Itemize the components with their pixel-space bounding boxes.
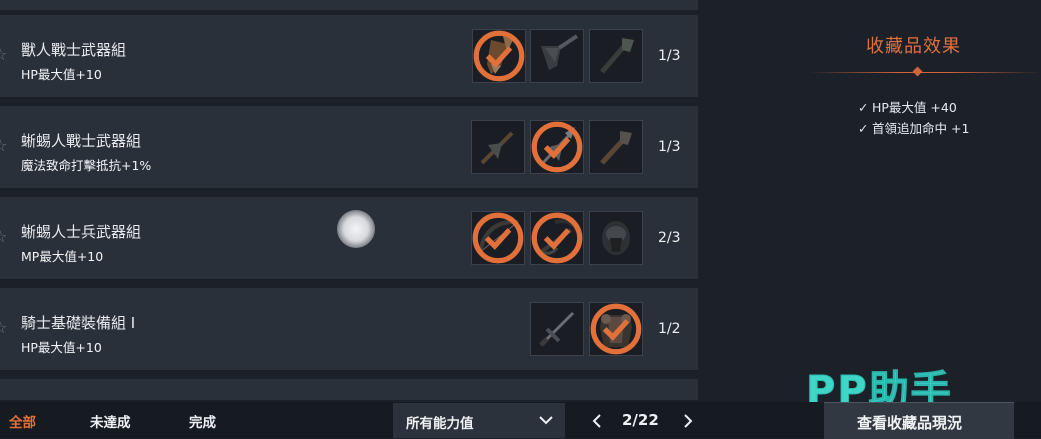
collected-check-icon xyxy=(472,212,524,264)
collection-effect: 魔法致命打擊抵抗+1% xyxy=(21,158,152,173)
orc-axe-icon[interactable] xyxy=(472,29,526,83)
collected-check-icon xyxy=(531,121,583,173)
favorite-star-icon[interactable]: ☆ xyxy=(0,227,7,246)
tab-incomplete[interactable]: 未達成 xyxy=(90,411,131,431)
collection-list: ☆ 獸人戰士武器組 HP最大值+10 1/3 ☆ 蜥蜴人戰士武器組 魔法致命打擊… xyxy=(0,0,698,400)
lizard-club-icon[interactable] xyxy=(589,120,643,174)
collection-row[interactable]: ☆ 蜥蜴人戰士武器組 魔法致命打擊抵抗+1% 1/3 xyxy=(0,106,698,189)
page-indicator: 2/22 xyxy=(622,411,659,429)
knight-sword-icon[interactable] xyxy=(530,302,584,356)
tab-complete[interactable]: 完成 xyxy=(189,411,216,431)
chevron-left-icon[interactable] xyxy=(590,413,604,429)
collection-row[interactable]: ☆ 騎士基礎裝備組 I HP最大值+10 1/2 xyxy=(0,288,698,371)
collection-effect: HP最大值+10 xyxy=(21,340,102,355)
chevron-down-icon xyxy=(539,416,553,425)
collected-check-icon xyxy=(590,303,642,355)
collection-title: 獸人戰士武器組 xyxy=(21,41,127,59)
filter-label: 所有能力值 xyxy=(406,416,474,432)
collection-progress: 1/3 xyxy=(658,48,681,64)
effect-item: ✓ 首領追加命中 +1 xyxy=(858,121,970,136)
lizard-glaive-icon[interactable] xyxy=(530,120,584,174)
tab-all[interactable]: 全部 xyxy=(9,411,36,431)
collection-progress: 1/2 xyxy=(658,321,681,337)
check-icon: ✓ xyxy=(858,121,869,136)
favorite-star-icon[interactable]: ☆ xyxy=(0,318,7,337)
effect-item: ✓ HP最大值 +40 xyxy=(858,100,957,115)
knight-armor-icon[interactable] xyxy=(589,302,643,356)
collection-title: 蜥蜴人戰士武器組 xyxy=(21,132,142,150)
collection-row[interactable]: ☆ 獸人戰士武器組 HP最大值+10 1/3 xyxy=(0,15,698,98)
lizard-axe-icon[interactable] xyxy=(471,120,525,174)
helmet-icon[interactable] xyxy=(589,211,643,265)
stat-filter-dropdown[interactable]: 所有能力值 xyxy=(393,403,565,438)
chevron-right-icon[interactable] xyxy=(681,413,695,429)
favorite-star-icon[interactable]: ☆ xyxy=(0,45,7,64)
collection-title: 騎士基礎裝備組 I xyxy=(21,314,136,332)
orc-spear-icon[interactable] xyxy=(530,29,584,83)
favorite-star-icon[interactable]: ☆ xyxy=(0,136,7,155)
next-row-edge xyxy=(0,379,698,400)
collection-effect: MP最大值+10 xyxy=(21,249,104,264)
view-collection-status-button[interactable]: 查看收藏品現況 xyxy=(824,402,1014,439)
collection-title: 蜥蜴人士兵武器組 xyxy=(21,223,142,241)
view-button-label: 查看收藏品現況 xyxy=(857,414,963,432)
collection-progress: 1/3 xyxy=(658,139,681,155)
orc-club-icon[interactable] xyxy=(589,29,643,83)
effects-divider xyxy=(808,72,1041,73)
previous-row-edge xyxy=(0,0,698,10)
collected-check-icon xyxy=(473,30,525,82)
collected-check-icon xyxy=(531,212,583,264)
bow-icon[interactable] xyxy=(471,211,525,265)
divider-diamond-icon xyxy=(912,66,923,77)
collection-progress: 2/3 xyxy=(658,230,681,246)
effects-title: 收藏品效果 xyxy=(866,36,961,57)
touch-cursor xyxy=(337,210,375,248)
collection-effect: HP最大值+10 xyxy=(21,67,102,82)
check-icon: ✓ xyxy=(858,100,869,115)
crossbow-icon[interactable] xyxy=(530,211,584,265)
